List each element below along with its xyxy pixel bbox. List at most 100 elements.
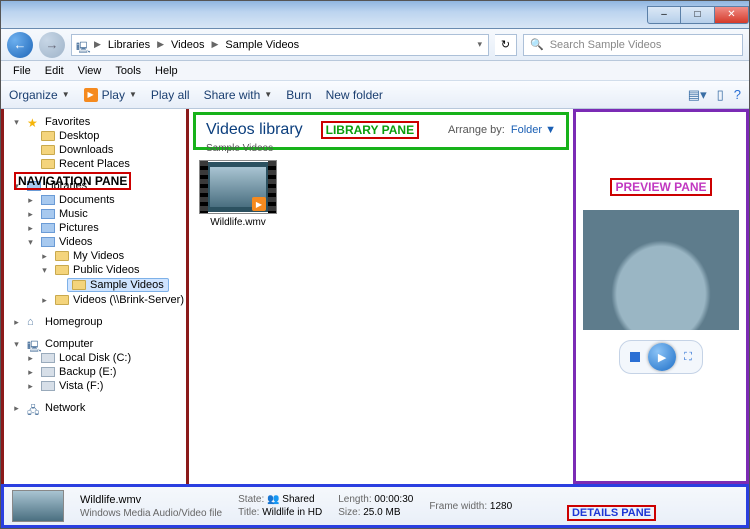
tree-desktop[interactable]: Desktop [26, 129, 186, 143]
folder-icon [41, 131, 55, 141]
menu-edit[interactable]: Edit [39, 64, 70, 78]
share-with-button[interactable]: Share with▼ [204, 88, 273, 102]
details-state: 👥 Shared [267, 494, 314, 505]
close-button[interactable]: ✕ [715, 6, 749, 24]
tree-my-videos[interactable]: ▸My Videos [40, 249, 186, 263]
chevron-right-icon[interactable]: ▶ [92, 39, 103, 50]
search-placeholder: Search Sample Videos [550, 39, 662, 51]
play-all-button[interactable]: Play all [151, 88, 190, 102]
tree-disk-f[interactable]: ▸Vista (F:) [26, 379, 186, 393]
tree-public-videos[interactable]: ▾Public Videos [40, 263, 186, 277]
preview-controls: ▶ ⛶ [619, 340, 703, 374]
burn-button[interactable]: Burn [286, 88, 311, 102]
video-thumbnail: ▶ [199, 160, 277, 214]
tree-disk-e[interactable]: ▸Backup (E:) [26, 365, 186, 379]
library-pane: Videos library Sample Videos LIBRARY PAN… [189, 109, 573, 484]
tree-documents[interactable]: ▸Documents [26, 193, 186, 207]
details-frame-width: 1280 [490, 501, 512, 512]
folder-icon [55, 265, 69, 275]
search-icon: 🔍 [530, 38, 544, 51]
tree-videos[interactable]: ▾Videos [26, 235, 186, 249]
drive-icon [41, 381, 55, 391]
drive-icon [41, 367, 55, 377]
computer-icon: 🖳 [76, 39, 90, 51]
tree-network[interactable]: ▸🖧Network [12, 401, 186, 415]
network-icon: 🖧 [27, 402, 41, 414]
stop-button[interactable] [630, 352, 640, 362]
menu-file[interactable]: File [7, 64, 37, 78]
file-item-wildlife[interactable]: ▶ Wildlife.wmv [199, 160, 277, 228]
tree-sample-videos[interactable]: Sample Videos [54, 277, 186, 293]
search-input[interactable]: 🔍 Search Sample Videos [523, 34, 743, 56]
preview-player[interactable] [583, 210, 739, 330]
annotation-details-pane: DETAILS PANE [567, 505, 656, 521]
folder-icon [41, 159, 55, 169]
folder-icon [41, 145, 55, 155]
details-thumbnail [12, 490, 64, 522]
chevron-right-icon[interactable]: ▶ [155, 39, 166, 50]
tree-disk-c[interactable]: ▸Local Disk (C:) [26, 351, 186, 365]
organize-button[interactable]: Organize▼ [9, 88, 70, 102]
minimize-button[interactable]: – [647, 6, 681, 24]
arrange-by-label: Arrange by: [448, 124, 505, 136]
star-icon: ★ [27, 116, 41, 128]
chevron-down-icon: ▼ [545, 124, 556, 136]
menu-view[interactable]: View [72, 64, 108, 78]
tree-music[interactable]: ▸Music [26, 207, 186, 221]
folder-icon [72, 280, 86, 290]
window-titlebar: – □ ✕ [1, 1, 749, 29]
help-button[interactable]: ? [734, 87, 741, 103]
fullscreen-button[interactable]: ⛶ [684, 351, 692, 364]
tree-favorites[interactable]: ▾ ★ Favorites [12, 115, 186, 129]
folder-icon [55, 251, 69, 261]
new-folder-button[interactable]: New folder [326, 88, 383, 102]
address-bar-row: ← → 🖳 ▶ Libraries ▶ Videos ▶ Sample Vide… [1, 29, 749, 61]
breadcrumb[interactable]: 🖳 ▶ Libraries ▶ Videos ▶ Sample Videos ▾ [71, 34, 489, 56]
annotation-library-pane: LIBRARY PANE [321, 121, 419, 139]
arrange-by-value[interactable]: Folder ▼ [511, 124, 556, 136]
play-button[interactable]: ▶ Play▼ [84, 88, 137, 102]
library-icon [41, 195, 55, 205]
forward-button[interactable]: → [39, 32, 65, 58]
breadcrumb-libraries[interactable]: Libraries [105, 39, 153, 51]
menu-help[interactable]: Help [149, 64, 184, 78]
history-dropdown[interactable]: ▾ [475, 39, 484, 50]
command-bar: Organize▼ ▶ Play▼ Play all Share with▼ B… [1, 81, 749, 109]
menu-tools[interactable]: Tools [109, 64, 147, 78]
tree-videos-network[interactable]: ▸Videos (\\Brink-Server) [40, 293, 186, 307]
library-icon [41, 237, 55, 247]
file-list[interactable]: ▶ Wildlife.wmv [189, 154, 573, 484]
details-filetype: Windows Media Audio/Video file [80, 508, 222, 519]
play-button[interactable]: ▶ [648, 343, 676, 371]
file-name: Wildlife.wmv [199, 217, 277, 228]
library-icon [41, 223, 55, 233]
maximize-button[interactable]: □ [681, 6, 715, 24]
library-title: Videos library [206, 121, 303, 139]
view-options-button[interactable]: ▤▾ [688, 87, 707, 103]
refresh-button[interactable]: ↻ [495, 34, 517, 56]
drive-icon [41, 353, 55, 363]
folder-icon [55, 295, 69, 305]
homegroup-icon: ⌂ [27, 316, 41, 328]
library-header: Videos library Sample Videos LIBRARY PAN… [193, 112, 569, 150]
breadcrumb-videos[interactable]: Videos [168, 39, 207, 51]
menu-bar: File Edit View Tools Help [1, 61, 749, 81]
chevron-right-icon[interactable]: ▶ [209, 39, 220, 50]
tree-pictures[interactable]: ▸Pictures [26, 221, 186, 235]
preview-pane-toggle[interactable]: ▯ [717, 87, 724, 103]
play-icon: ▶ [84, 88, 98, 102]
back-button[interactable]: ← [7, 32, 33, 58]
tree-homegroup[interactable]: ▸⌂Homegroup [12, 315, 186, 329]
details-length: 00:00:30 [374, 494, 413, 505]
breadcrumb-sample-videos[interactable]: Sample Videos [222, 39, 302, 51]
details-size: 25.0 MB [363, 507, 400, 518]
annotation-navigation-pane: NAVIGATION PANE [14, 172, 131, 190]
details-pane: Wildlife.wmv Windows Media Audio/Video f… [1, 484, 749, 528]
tree-recent[interactable]: Recent Places [26, 157, 186, 171]
navigation-pane: NAVIGATION PANE ▾ ★ Favorites Desktop Do… [1, 109, 189, 484]
tree-computer[interactable]: ▾🖳Computer [12, 337, 186, 351]
details-title[interactable]: Wildlife in HD [262, 507, 322, 518]
details-filename: Wildlife.wmv [80, 494, 222, 506]
tree-downloads[interactable]: Downloads [26, 143, 186, 157]
annotation-preview-pane: PREVIEW PANE [610, 178, 711, 196]
